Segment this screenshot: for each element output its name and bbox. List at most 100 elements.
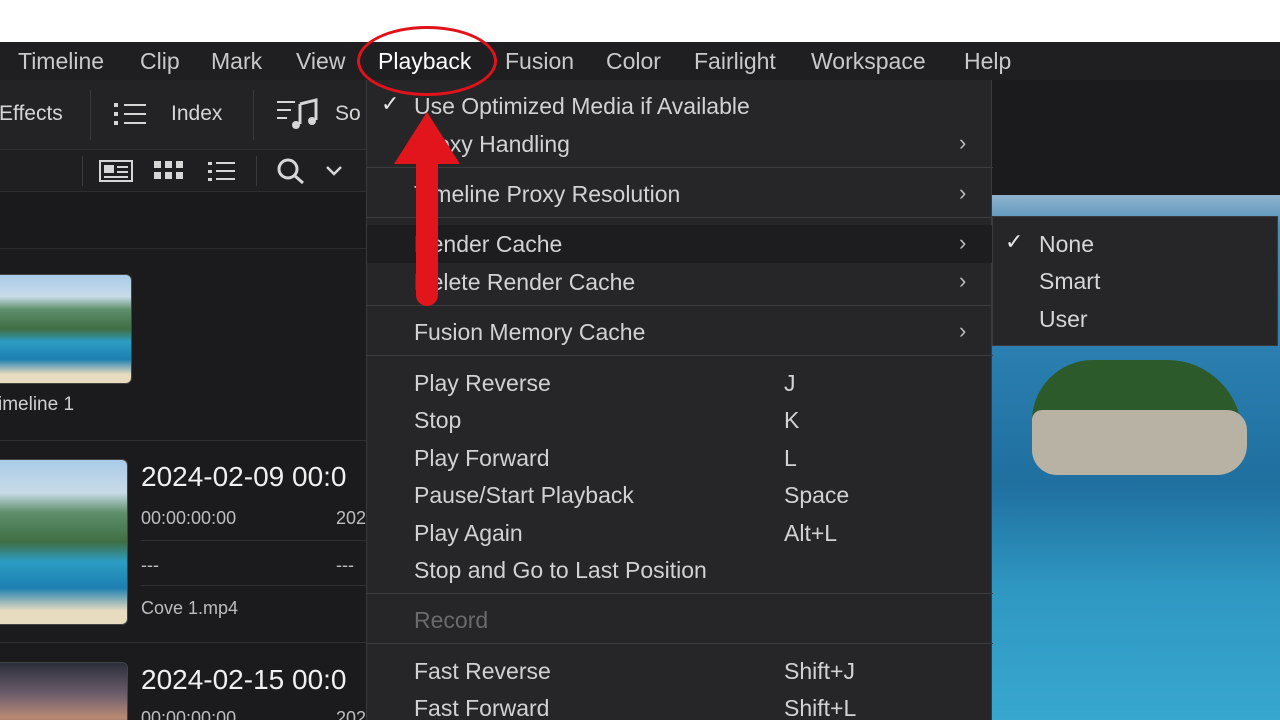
menu-item-fast-forward[interactable]: Fast Forward Shift+L [367, 689, 993, 720]
annotation-circle [357, 26, 497, 96]
checkmark-icon: ✓ [1005, 229, 1024, 254]
sound-library-button[interactable]: So [335, 102, 361, 126]
clip-thumbnail[interactable] [0, 459, 128, 625]
menu-item-label: Record [414, 607, 489, 633]
menu-item-label: Use Optimized Media if Available [414, 93, 750, 119]
menu-shortcut: Shift+L [784, 695, 857, 720]
effects-button[interactable]: Effects [0, 102, 63, 126]
menu-item-play-again[interactable]: Play Again Alt+L [367, 514, 993, 552]
toolbar-divider [253, 90, 254, 140]
screenshot-top-margin [0, 0, 1280, 42]
menu-item-label: Stop [414, 407, 462, 433]
view-options-bar [0, 150, 370, 192]
chevron-right-icon: › [959, 318, 967, 343]
menu-item-render-cache[interactable]: Render Cache › [367, 225, 993, 263]
menu-timeline[interactable]: Timeline [18, 42, 104, 80]
clip-divider [0, 642, 366, 643]
submenu-item-smart[interactable]: Smart [993, 263, 1277, 301]
clip-date-title: 2024-02-09 00:0 [141, 461, 347, 492]
render-cache-submenu: ✓ None Smart User [992, 216, 1278, 346]
menu-color[interactable]: Color [606, 42, 661, 80]
menu-item-play-reverse[interactable]: Play Reverse J [367, 364, 993, 402]
menu-shortcut: Shift+J [784, 658, 855, 684]
dusk-thumbnail-image [0, 663, 127, 720]
clip-date: 202 [336, 508, 367, 528]
submenu-item-label: None [1039, 231, 1094, 257]
media-pool-header [0, 193, 370, 249]
search-icon[interactable] [276, 157, 306, 185]
menu-fairlight[interactable]: Fairlight [694, 42, 776, 80]
chevron-right-icon: › [959, 230, 967, 255]
cove-thumbnail-image [0, 460, 127, 624]
timeline-clip-label: imeline 1 [0, 394, 75, 415]
menu-separator [367, 305, 993, 306]
clip-thumbnail[interactable] [0, 662, 128, 720]
menu-separator [367, 355, 993, 356]
media-toolbar: Effects Index So [0, 80, 370, 150]
menu-fusion[interactable]: Fusion [505, 42, 574, 80]
menu-item-proxy-handling[interactable]: Proxy Handling › [367, 125, 993, 163]
menu-item-fast-reverse[interactable]: Fast Reverse Shift+J [367, 652, 993, 690]
clip-divider [0, 440, 366, 441]
index-icon[interactable] [112, 100, 148, 128]
menu-item-record: Record [367, 601, 993, 639]
menu-item-label: Play Reverse [414, 370, 551, 396]
submenu-item-none[interactable]: ✓ None [993, 226, 1277, 264]
menu-shortcut: L [784, 445, 797, 471]
menu-bar: Timeline Clip Mark View Playback Fusion … [0, 42, 1280, 80]
island-rock [1032, 410, 1247, 475]
menu-item-label: Stop and Go to Last Position [414, 557, 707, 583]
menu-shortcut: Alt+L [784, 520, 838, 546]
clip-meta-empty: --- [141, 555, 159, 575]
menu-item-label: Delete Render Cache [414, 269, 636, 295]
menu-separator [367, 217, 993, 218]
menu-clip[interactable]: Clip [140, 42, 180, 80]
chevron-down-icon[interactable] [324, 164, 344, 178]
timeline-thumbnail[interactable] [0, 274, 132, 384]
clip-timecode: 00:00:00:00 [141, 708, 237, 720]
thumbnail-view-icon[interactable] [153, 160, 185, 182]
menu-item-stop[interactable]: Stop K [367, 401, 993, 439]
index-button[interactable]: Index [171, 102, 222, 126]
menu-item-timeline-proxy-resolution[interactable]: Timeline Proxy Resolution › [367, 175, 993, 213]
viewbar-divider [256, 156, 257, 186]
menu-workspace[interactable]: Workspace [811, 42, 926, 80]
clip-filename: Cove 1.mp4 [141, 598, 239, 618]
menu-shortcut: J [784, 370, 796, 396]
menu-item-pause-start-playback[interactable]: Pause/Start Playback Space [367, 476, 993, 514]
toolbar-divider [90, 90, 91, 140]
menu-separator [367, 643, 993, 644]
menu-help[interactable]: Help [964, 42, 1011, 80]
meta-divider [141, 585, 366, 586]
chevron-right-icon: › [959, 268, 967, 293]
submenu-item-label: Smart [1039, 268, 1101, 294]
menu-item-fusion-memory-cache[interactable]: Fusion Memory Cache › [367, 313, 993, 351]
coast-thumbnail-image [0, 275, 131, 383]
menu-item-stop-and-go-to-last-position[interactable]: Stop and Go to Last Position [367, 551, 993, 589]
menu-shortcut: K [784, 407, 800, 433]
meta-divider [141, 540, 366, 541]
list-view-icon[interactable] [207, 160, 237, 182]
menu-separator [367, 167, 993, 168]
clip-date-title: 2024-02-15 00:0 [141, 664, 347, 695]
menu-item-play-forward[interactable]: Play Forward L [367, 439, 993, 477]
sound-library-icon[interactable] [276, 98, 320, 130]
menu-mark[interactable]: Mark [211, 42, 262, 80]
annotation-arrow-shaft [416, 150, 438, 306]
menu-item-label: Fusion Memory Cache [414, 319, 646, 345]
menu-separator [367, 593, 993, 594]
clip-meta-empty: --- [336, 555, 354, 575]
menu-item-label: Pause/Start Playback [414, 482, 634, 508]
menu-item-delete-render-cache[interactable]: Delete Render Cache › [367, 263, 993, 301]
clip-date: 202 [336, 708, 367, 720]
submenu-item-user[interactable]: User [993, 301, 1277, 339]
submenu-item-label: User [1039, 306, 1088, 332]
chevron-right-icon: › [959, 180, 967, 205]
menu-view[interactable]: View [296, 42, 345, 80]
chevron-right-icon: › [959, 130, 967, 155]
viewbar-divider [82, 156, 83, 186]
menu-item-use-optimized-media[interactable]: ✓ Use Optimized Media if Available [367, 87, 993, 125]
menu-item-label: Play Again [414, 520, 523, 546]
menu-item-label: Timeline Proxy Resolution [414, 181, 681, 207]
metadata-view-icon[interactable] [99, 160, 133, 182]
